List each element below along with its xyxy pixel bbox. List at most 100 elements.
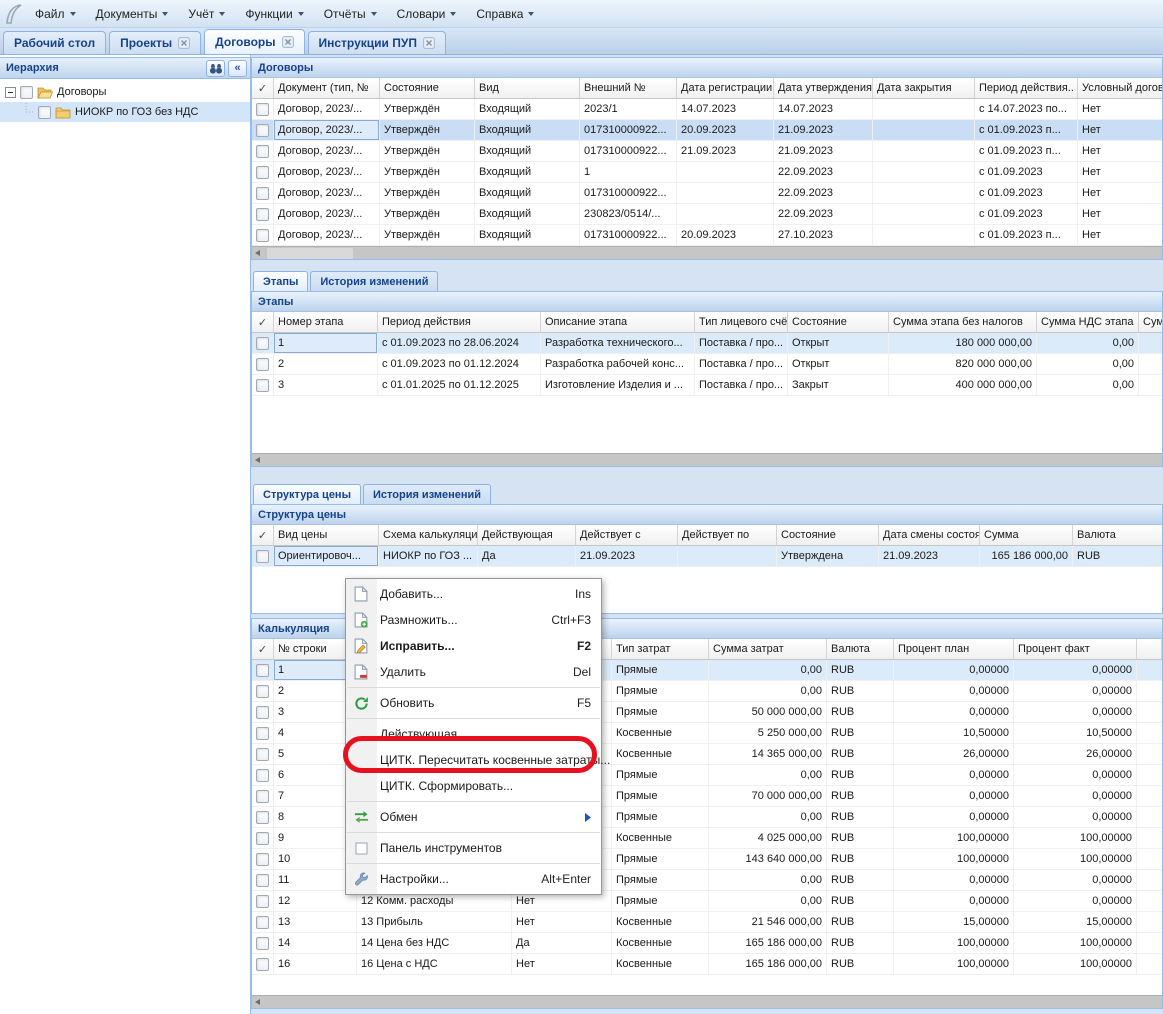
column-header[interactable]: Действует с <box>576 525 678 545</box>
column-header[interactable]: Валюта <box>827 639 894 659</box>
menubar-item-6[interactable]: Словари <box>388 3 466 25</box>
tree-node[interactable]: Договоры <box>0 82 250 102</box>
tree-checkbox[interactable] <box>20 86 33 99</box>
row-checkbox[interactable] <box>256 187 269 200</box>
table-row[interactable]: Договор, 2023/...УтверждёнВходящий017310… <box>252 183 1162 204</box>
column-header[interactable]: Сум <box>1139 312 1162 332</box>
row-checkbox[interactable] <box>256 358 269 371</box>
row-checkbox[interactable] <box>256 103 269 116</box>
row-checkbox[interactable] <box>256 937 269 950</box>
contracts-horizontal-scrollbar[interactable] <box>252 246 1162 259</box>
stages-tab-2[interactable]: История изменений <box>310 271 438 291</box>
menu-item-обмен[interactable]: Обмен <box>346 804 601 830</box>
menu-item-исправить[interactable]: Исправить...F2 <box>346 633 601 659</box>
column-header[interactable]: Дата смены состоя <box>879 525 980 545</box>
table-row[interactable]: Договор, 2023/...УтверждёнВходящий017310… <box>252 141 1162 162</box>
row-checkbox[interactable] <box>256 664 269 677</box>
column-header[interactable]: Вид <box>475 78 580 98</box>
table-row[interactable]: Договор, 2023/...УтверждёнВходящий017310… <box>252 225 1162 246</box>
column-header[interactable]: Сумма затрат <box>709 639 827 659</box>
tab-рабочий-стол[interactable]: Рабочий стол <box>3 31 106 54</box>
row-checkbox[interactable] <box>256 748 269 761</box>
table-row[interactable]: Договор, 2023/...УтверждёнВходящий230823… <box>252 204 1162 225</box>
scroll-left-icon[interactable] <box>255 999 260 1005</box>
price-tab-2[interactable]: История изменений <box>363 484 491 504</box>
table-row[interactable]: 1313 ПрибыльНетКосвенные21 546 000,00RUB… <box>252 912 1162 933</box>
row-checkbox[interactable] <box>256 124 269 137</box>
menu-item-добавить[interactable]: Добавить...Ins <box>346 581 601 607</box>
tab-проекты[interactable]: Проекты <box>109 31 201 54</box>
tab-close-icon[interactable] <box>282 36 294 48</box>
collapse-button[interactable]: « <box>228 60 247 77</box>
select-all-header[interactable]: ✓ <box>252 639 274 659</box>
row-checkbox[interactable] <box>256 811 269 824</box>
stages-tab-1[interactable]: Этапы <box>253 271 308 291</box>
row-checkbox[interactable] <box>256 727 269 740</box>
row-checkbox[interactable] <box>256 958 269 971</box>
table-row[interactable]: 1с 01.09.2023 по 28.06.2024Разработка те… <box>252 333 1162 354</box>
menu-item-цитк-сформировать[interactable]: ЦИТК. Сформировать... <box>346 773 601 799</box>
menu-item-настройки[interactable]: Настройки...Alt+Enter <box>346 866 601 892</box>
row-checkbox[interactable] <box>256 166 269 179</box>
table-row[interactable]: Ориентировоч...НИОКР по ГОЗ ...Да21.09.2… <box>252 546 1162 567</box>
tab-инструкции-пуп[interactable]: Инструкции ПУП <box>308 31 446 54</box>
search-button[interactable] <box>206 60 225 77</box>
menubar-item-7[interactable]: Справка <box>467 3 543 25</box>
row-checkbox[interactable] <box>256 379 269 392</box>
menu-item-действующая[interactable]: Действующая... <box>346 721 601 747</box>
column-header[interactable]: Номер этапа <box>274 312 378 332</box>
menu-item-обновить[interactable]: ОбновитьF5 <box>346 690 601 716</box>
tab-close-icon[interactable] <box>423 37 435 49</box>
column-header[interactable]: Состояние <box>788 312 889 332</box>
row-checkbox[interactable] <box>256 208 269 221</box>
row-checkbox[interactable] <box>256 916 269 929</box>
column-header[interactable]: Действует по <box>678 525 777 545</box>
table-row[interactable]: 3с 01.01.2025 по 01.12.2025Изготовление … <box>252 375 1162 396</box>
menubar-item-5[interactable]: Отчёты <box>315 3 386 25</box>
menubar-item-4[interactable]: Функции <box>236 3 312 25</box>
row-checkbox[interactable] <box>256 853 269 866</box>
table-row[interactable]: 2с 01.09.2023 по 01.12.2024Разработка ра… <box>252 354 1162 375</box>
tree-node[interactable]: НИОКР по ГОЗ без НДС <box>0 102 250 122</box>
column-header[interactable]: Внешний № <box>580 78 677 98</box>
column-header[interactable]: Сумма этапа без налогов <box>889 312 1037 332</box>
tab-close-icon[interactable] <box>178 37 190 49</box>
menubar-item-1[interactable]: Файл <box>26 3 85 25</box>
price-tab-1[interactable]: Структура цены <box>253 484 361 504</box>
row-checkbox[interactable] <box>256 685 269 698</box>
column-header[interactable]: Вид цены <box>274 525 379 545</box>
menu-item-цитк-пересчитать-косвенные-затраты[interactable]: ЦИТК. Пересчитать косвенные затраты... <box>346 747 601 773</box>
column-header[interactable]: Сумма <box>980 525 1073 545</box>
column-header[interactable]: Период действия.. <box>975 78 1078 98</box>
menubar-item-3[interactable]: Учёт <box>179 3 234 25</box>
row-checkbox[interactable] <box>256 790 269 803</box>
table-row[interactable]: Договор, 2023/...УтверждёнВходящий2023/1… <box>252 99 1162 120</box>
table-row[interactable]: Договор, 2023/...УтверждёнВходящий122.09… <box>252 162 1162 183</box>
row-checkbox[interactable] <box>256 769 269 782</box>
calculation-horizontal-scrollbar[interactable] <box>252 995 1162 1008</box>
table-row[interactable]: 1414 Цена без НДСДаКосвенные165 186 000,… <box>252 933 1162 954</box>
column-header[interactable]: Сумма НДС этапа <box>1037 312 1139 332</box>
row-checkbox[interactable] <box>256 550 269 563</box>
column-header[interactable]: Описание этапа <box>541 312 695 332</box>
column-header[interactable]: Состояние <box>777 525 879 545</box>
select-all-header[interactable]: ✓ <box>252 312 274 332</box>
table-row[interactable]: Договор, 2023/...УтверждёнВходящий017310… <box>252 120 1162 141</box>
scroll-thumb[interactable] <box>267 248 353 259</box>
row-checkbox[interactable] <box>256 832 269 845</box>
column-header[interactable]: Валюта <box>1073 525 1162 545</box>
column-header[interactable]: Схема калькуляци <box>379 525 478 545</box>
row-checkbox[interactable] <box>256 229 269 242</box>
minus-box-icon[interactable] <box>5 87 16 98</box>
row-checkbox[interactable] <box>256 895 269 908</box>
select-all-header[interactable]: ✓ <box>252 525 274 545</box>
column-header[interactable]: Тип затрат <box>612 639 709 659</box>
row-checkbox[interactable] <box>256 145 269 158</box>
column-header[interactable]: Действующая <box>478 525 576 545</box>
scroll-left-icon[interactable] <box>255 457 260 463</box>
row-checkbox[interactable] <box>256 337 269 350</box>
column-header[interactable]: Документ (тип, № <box>274 78 380 98</box>
column-header[interactable]: Дата утверждения <box>774 78 873 98</box>
stages-horizontal-scrollbar[interactable] <box>252 453 1162 466</box>
column-header[interactable]: Дата регистрации. <box>677 78 774 98</box>
